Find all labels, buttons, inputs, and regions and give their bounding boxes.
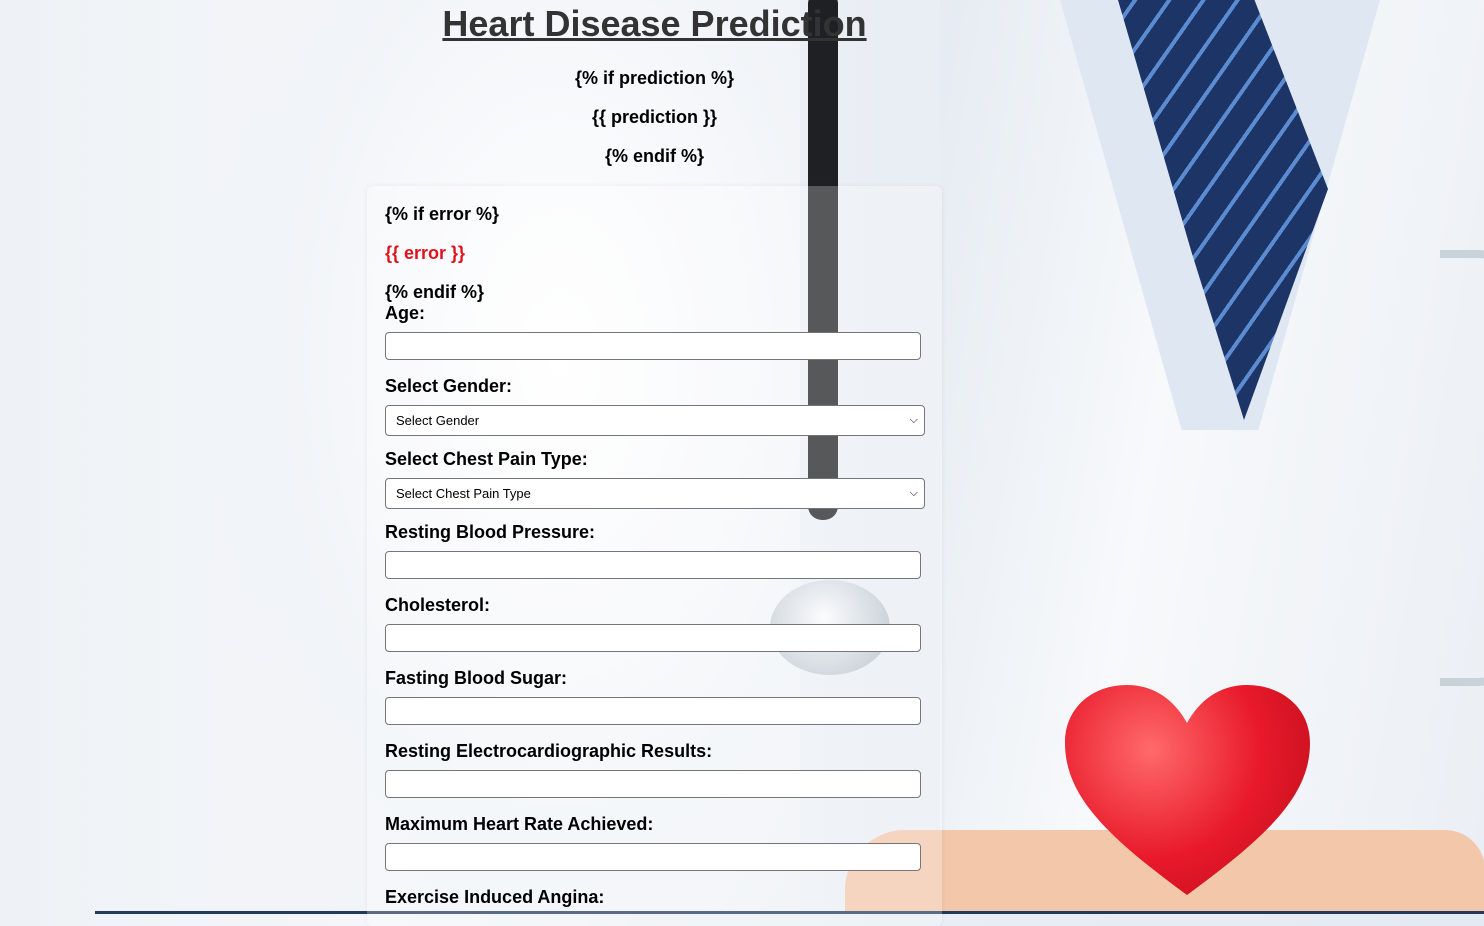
prediction-output: {{ prediction }}: [591, 107, 718, 127]
fasting-blood-sugar-input[interactable]: [385, 697, 921, 725]
error-if-tag: {% if error %}: [385, 204, 500, 224]
prediction-endif-tag: {% endif %}: [604, 146, 705, 166]
chevron-down-icon: ⌵: [909, 487, 918, 499]
gender-label: Select Gender:: [385, 376, 513, 396]
chevron-down-icon: ⌵: [909, 414, 918, 426]
error-message: {{ error }}: [385, 243, 466, 263]
chest-pain-select-value: Select Chest Pain Type: [396, 486, 531, 501]
fasting-blood-sugar-label: Fasting Blood Sugar:: [385, 668, 567, 688]
chest-pain-label: Select Chest Pain Type:: [385, 449, 588, 469]
ecg-results-label: Resting Electrocardiographic Results:: [385, 741, 713, 761]
prediction-if-tag: {% if prediction %}: [574, 68, 735, 88]
blood-pressure-label: Resting Blood Pressure:: [385, 522, 596, 542]
gender-select-value: Select Gender: [396, 413, 480, 428]
blood-pressure-input[interactable]: [385, 551, 921, 579]
prediction-form: {% if error %} {{ error }} {% endif %} A…: [367, 186, 942, 926]
cholesterol-input[interactable]: [385, 624, 921, 652]
page-title: Heart Disease Prediction: [442, 3, 867, 44]
max-heart-rate-label: Maximum Heart Rate Achieved:: [385, 814, 654, 834]
gender-select[interactable]: Select Gender ⌵: [385, 405, 925, 436]
age-label: Age:: [385, 303, 425, 323]
cholesterol-label: Cholesterol:: [385, 595, 491, 615]
chest-pain-select[interactable]: Select Chest Pain Type ⌵: [385, 478, 925, 509]
ecg-results-input[interactable]: [385, 770, 921, 798]
age-input[interactable]: [385, 332, 921, 360]
error-endif-tag: {% endif %}: [385, 282, 485, 302]
page-content: Heart Disease Prediction {% if predictio…: [0, 0, 1484, 926]
exercise-angina-label: Exercise Induced Angina:: [385, 887, 605, 907]
max-heart-rate-input[interactable]: [385, 843, 921, 871]
